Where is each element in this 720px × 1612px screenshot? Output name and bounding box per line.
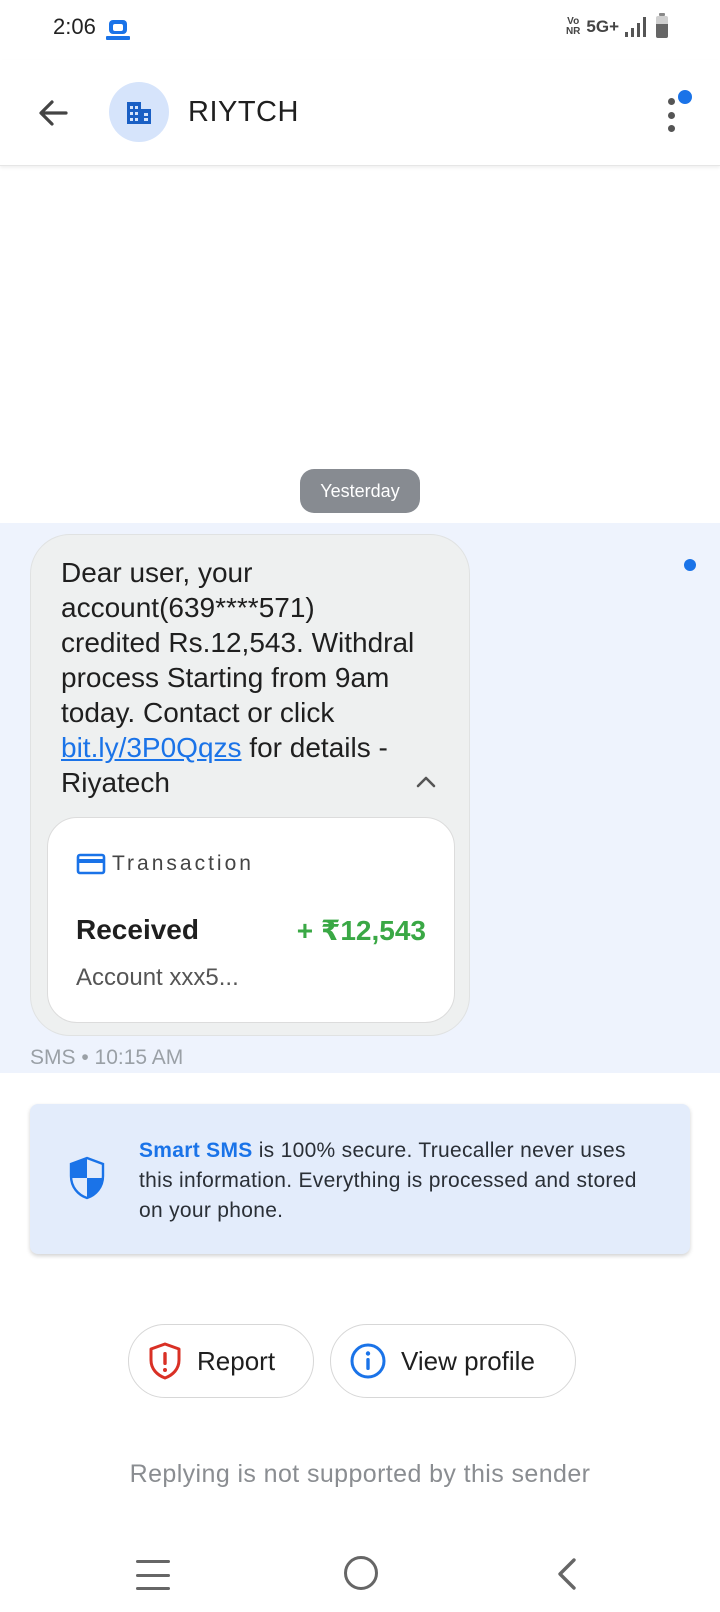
message-text: Dear user, your account(639****571) cred… [61, 557, 415, 798]
report-shield-icon [149, 1342, 181, 1380]
recents-icon[interactable] [136, 1560, 170, 1590]
transaction-account: Account xxx5... [76, 964, 239, 991]
volte-indicator: Vo NR [565, 16, 581, 37]
transaction-label: Received [76, 914, 199, 945]
status-icons: Vo NR 5G+ [565, 13, 668, 38]
reply-unsupported-note: Replying is not supported by this sender [129, 1460, 591, 1488]
building-icon [127, 102, 151, 124]
view-profile-label: View profile [401, 1345, 535, 1376]
nav-back-icon[interactable] [552, 1554, 582, 1594]
view-profile-button[interactable]: View profile [330, 1324, 576, 1398]
message-bubble[interactable]: Dear user, your account(639****571) cred… [30, 534, 470, 1036]
avatar[interactable] [109, 82, 169, 142]
back-arrow-icon[interactable] [30, 90, 76, 136]
transaction-header: Transaction [76, 852, 254, 876]
status-time: 2:06 [53, 14, 96, 39]
chevron-up-icon[interactable] [411, 767, 441, 797]
unread-indicator [684, 559, 696, 571]
more-vert-icon [668, 98, 676, 132]
sender-name[interactable]: RIYTCH [188, 96, 299, 129]
status-bar: 2:06 Vo NR 5G+ [0, 0, 720, 60]
date-chip: Yesterday [300, 469, 420, 513]
signal-icon [625, 17, 646, 37]
message-timestamp: SMS • 10:15 AM [30, 1046, 184, 1069]
message-link[interactable]: bit.ly/3P0Qqzs [61, 732, 242, 763]
shield-icon [69, 1156, 105, 1200]
notification-badge [676, 88, 694, 106]
vpn-icon [106, 20, 130, 40]
notice-smart-sms[interactable]: Smart SMS [139, 1139, 253, 1162]
battery-icon [656, 13, 668, 38]
conversation-header: RIYTCH [0, 60, 720, 166]
transaction-card[interactable]: Transaction Received + ₹12,543 Account x… [47, 817, 455, 1023]
home-icon[interactable] [344, 1556, 378, 1590]
overflow-menu-button[interactable] [654, 84, 694, 140]
info-icon [350, 1343, 386, 1379]
transaction-title: Transaction [112, 852, 254, 875]
report-button[interactable]: Report [128, 1324, 314, 1398]
smart-sms-notice: Smart SMS is 100% secure. Truecaller nev… [30, 1104, 690, 1254]
network-type: 5G+ [586, 17, 619, 36]
notice-text: Smart SMS is 100% secure. Truecaller nev… [139, 1139, 637, 1222]
system-nav-bar [0, 1540, 720, 1612]
credit-card-icon [76, 853, 106, 875]
report-label: Report [197, 1345, 276, 1376]
transaction-amount: + ₹12,543 [296, 915, 426, 946]
